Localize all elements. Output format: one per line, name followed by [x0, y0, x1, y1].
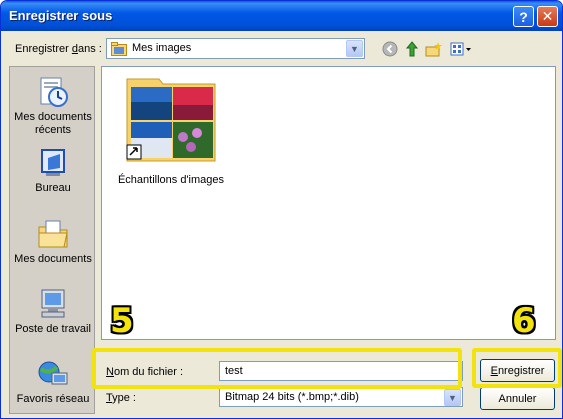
filetype-value: Bitmap 24 bits (*.bmp;*.dib) [225, 391, 359, 403]
place-label: Bureau [35, 182, 71, 194]
file-list[interactable]: Échantillons d'images [101, 66, 556, 340]
place-network-places[interactable]: Favoris réseau [10, 357, 96, 406]
folder-name: Échantillons d'images [117, 174, 225, 186]
back-icon[interactable] [381, 40, 399, 58]
close-icon: ✕ [541, 8, 554, 24]
place-my-computer[interactable]: Poste de travail [10, 287, 96, 336]
save-as-dialog: Enregistrer sous ? ✕ Enregistrer dans : … [0, 0, 563, 419]
cancel-button[interactable]: Annuler [480, 387, 555, 410]
sample-pictures-folder-icon [123, 75, 219, 165]
place-label: Mes documents [14, 253, 92, 265]
title-bar[interactable]: Enregistrer sous ? ✕ [1, 1, 562, 31]
folder-item[interactable]: Échantillons d'images [116, 75, 226, 186]
place-my-documents[interactable]: Mes documents [10, 217, 96, 266]
view-menu-icon[interactable] [449, 40, 473, 58]
my-computer-icon [10, 287, 96, 321]
my-documents-icon [10, 217, 96, 251]
places-bar: Mes documents récents Bureau Mes documen… [9, 66, 95, 414]
recent-documents-icon [10, 75, 96, 109]
window-title: Enregistrer sous [9, 8, 113, 23]
step-6-label: 6 [512, 301, 536, 341]
chevron-down-icon[interactable]: ▼ [346, 40, 363, 57]
place-desktop[interactable]: Bureau [10, 146, 96, 195]
filetype-label: Type : [106, 392, 136, 404]
network-places-icon [10, 357, 96, 391]
filetype-dropdown[interactable]: Bitmap 24 bits (*.bmp;*.dib) ▼ [219, 387, 463, 407]
help-icon: ? [519, 8, 528, 25]
place-label: Poste de travail [15, 323, 91, 335]
step-5-highlight [92, 348, 462, 389]
save-in-value: Mes images [132, 42, 192, 54]
desktop-icon [10, 146, 96, 180]
save-in-dropdown[interactable]: Mes images ▼ [106, 38, 365, 59]
up-folder-icon[interactable] [403, 40, 421, 58]
place-recent-documents[interactable]: Mes documents récents [10, 75, 96, 137]
close-button[interactable]: ✕ [537, 6, 558, 27]
save-in-label: Enregistrer dans : [15, 43, 102, 55]
step-5-label: 5 [110, 301, 134, 341]
chevron-down-icon[interactable]: ▼ [444, 389, 461, 406]
help-button[interactable]: ? [513, 6, 534, 27]
my-pictures-folder-icon [111, 42, 127, 59]
step-6-highlight [472, 348, 562, 388]
place-label: Favoris réseau [16, 393, 90, 405]
new-folder-icon[interactable] [425, 40, 443, 58]
place-label: Mes documents récents [14, 111, 92, 136]
